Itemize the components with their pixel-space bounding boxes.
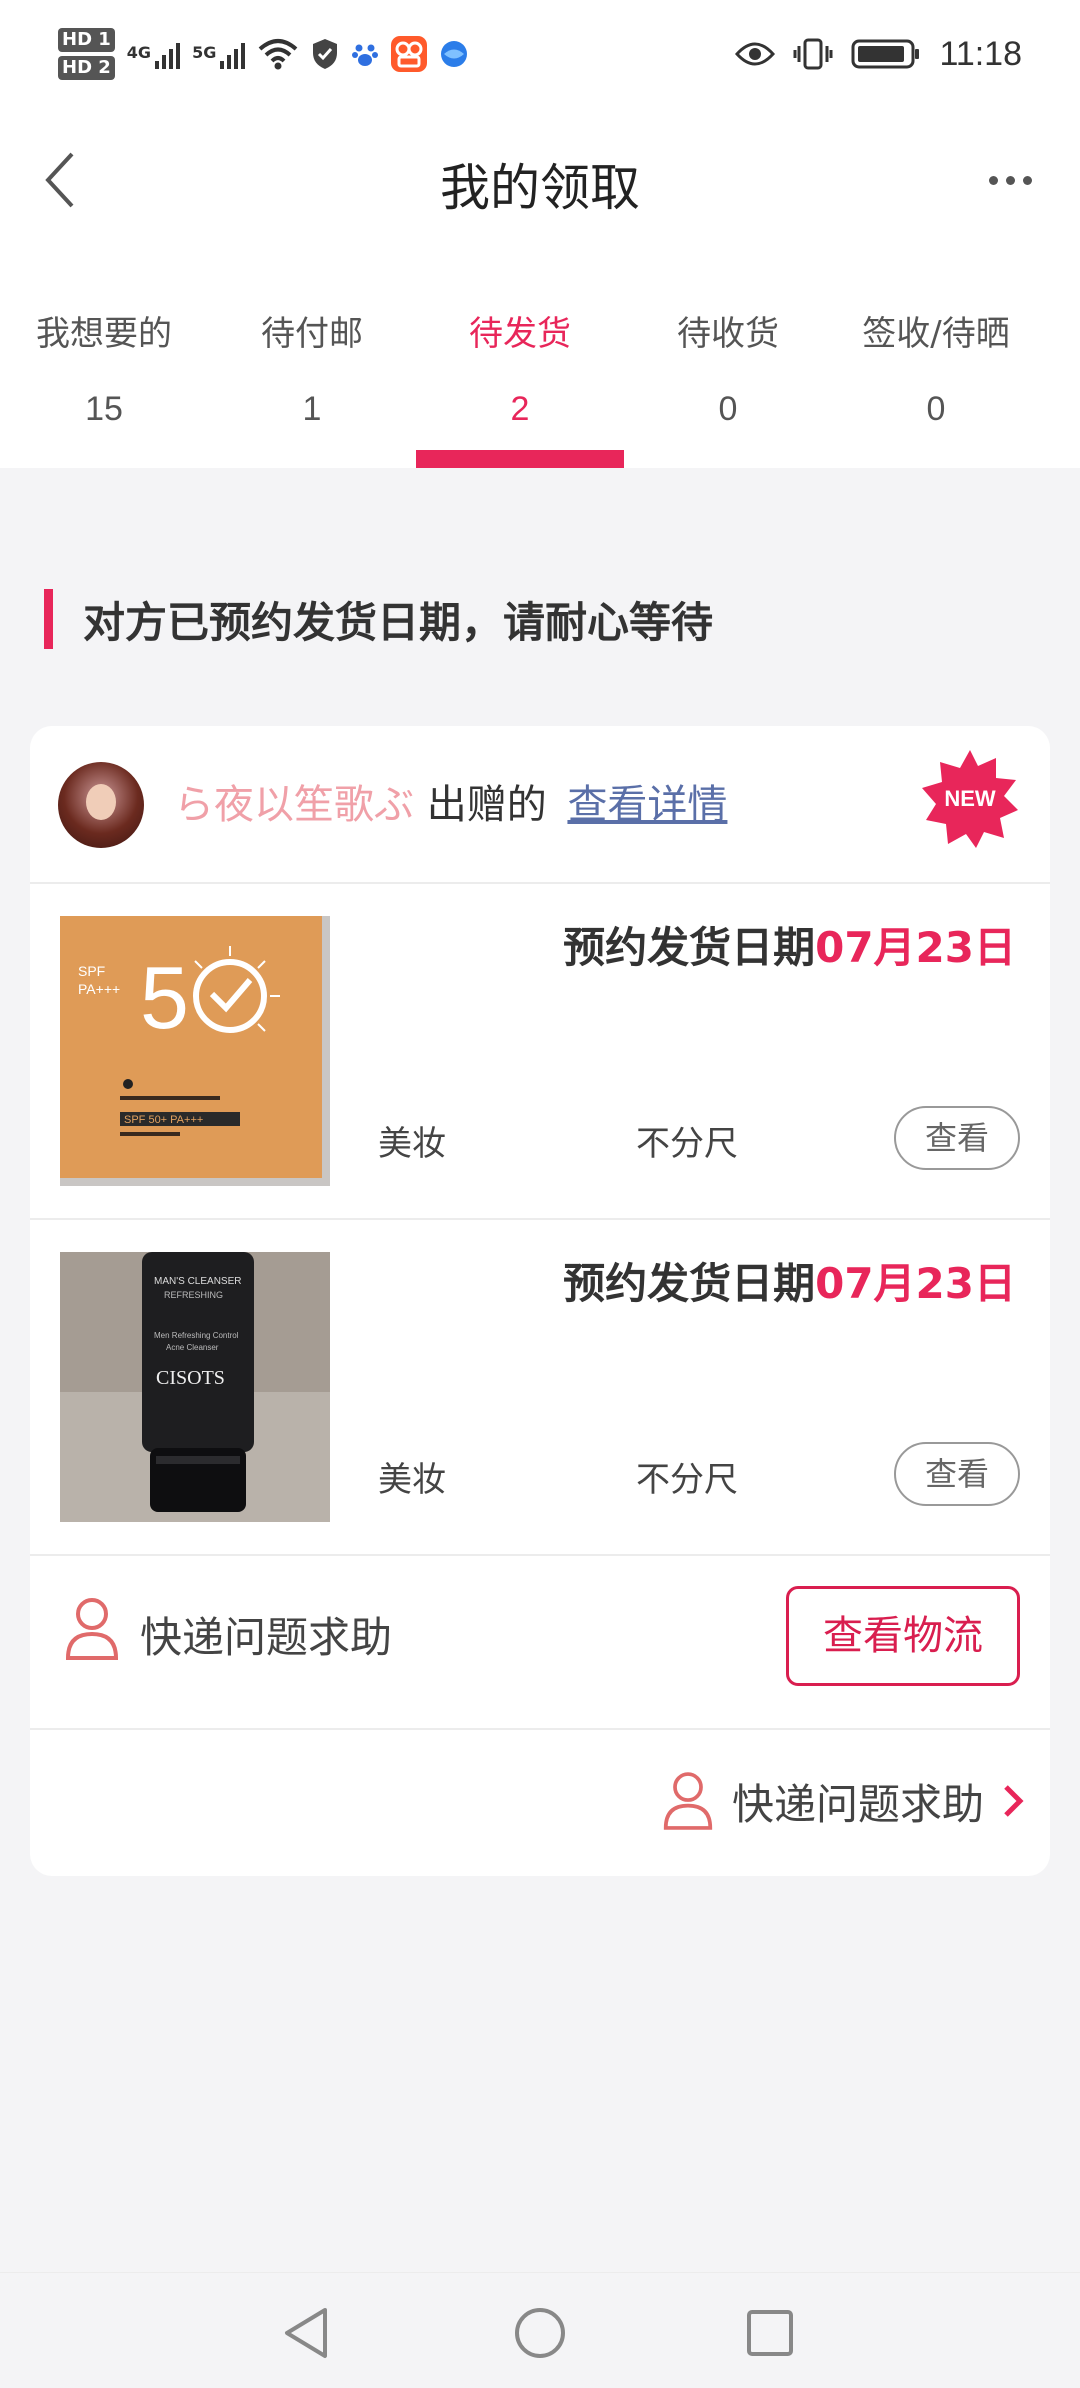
wifi-icon <box>259 39 298 70</box>
order-card: ら夜以笙歌ぶ 出赠的 查看详情 NEW SPF PA+++ 5 SPF 50+ … <box>30 726 1050 1876</box>
signal-4g-icon: 4G <box>126 39 181 69</box>
nav-back-button[interactable] <box>276 2303 336 2363</box>
status-left: HD 1 HD 2 4G 5G <box>58 22 469 86</box>
tab-label: 签收/待晒 <box>862 314 1010 354</box>
active-tab-indicator <box>416 450 624 468</box>
product-image-cleanser[interactable]: MAN'S CLEANSER REFRESHING Men Refreshing… <box>60 1252 330 1522</box>
product-image-sunscreen[interactable]: SPF PA+++ 5 SPF 50+ PA+++ <box>60 916 330 1186</box>
vibrate-icon <box>793 38 833 70</box>
svg-text:5: 5 <box>140 948 189 1047</box>
order-item: SPF PA+++ 5 SPF 50+ PA+++ 预约发货日期07月23日 美… <box>30 884 1050 1220</box>
system-nav-bar <box>0 2272 1080 2388</box>
more-options-button[interactable] <box>970 140 1050 220</box>
ship-date-value: 07月23日 <box>815 923 1016 972</box>
svg-text:SPF 50+ PA+++: SPF 50+ PA+++ <box>124 1114 203 1126</box>
tab-wanted[interactable]: 我想要的 15 <box>0 250 208 468</box>
svg-text:SPF: SPF <box>78 963 105 979</box>
sunscreen-image: SPF PA+++ 5 SPF 50+ PA+++ <box>60 916 330 1186</box>
ship-date-value: 07月23日 <box>815 1259 1016 1308</box>
item-category: 美妆 <box>378 1124 446 1164</box>
square-recents-icon <box>747 2310 793 2356</box>
triangle-back-icon <box>285 2308 327 2358</box>
app-header: 我的领取 <box>0 110 1080 250</box>
battery-icon <box>851 39 920 69</box>
svg-text:REFRESHING: REFRESHING <box>164 1290 223 1300</box>
item-size: 不分尺 <box>636 1124 738 1164</box>
courier-help-row: 快递问题求助 查看物流 <box>30 1556 1050 1730</box>
svg-text:CISOTS: CISOTS <box>156 1367 225 1389</box>
tab-signed-review[interactable]: 签收/待晒 0 <box>832 250 1040 468</box>
item-category: 美妆 <box>378 1460 446 1500</box>
page-title: 我的领取 <box>440 159 640 217</box>
ship-date: 预约发货日期07月23日 <box>563 914 1016 975</box>
tab-count: 0 <box>926 390 946 428</box>
clock: 11:18 <box>939 34 1022 73</box>
giver-suffix: 出赠的 <box>414 782 547 828</box>
avatar[interactable] <box>58 762 144 848</box>
ship-date: 预约发货日期07月23日 <box>563 1250 1016 1311</box>
shipping-notice: 对方已预约发货日期，请耐心等待 <box>44 588 713 650</box>
chevron-right-icon <box>1004 1785 1024 1817</box>
view-logistics-button[interactable]: 查看物流 <box>786 1586 1020 1686</box>
hd-indicators: HD 1 HD 2 <box>58 28 115 80</box>
hd2-badge: HD 2 <box>58 56 115 80</box>
courier-help-link-label: 快递问题求助 <box>731 1779 984 1829</box>
tab-label: 待付邮 <box>261 314 363 354</box>
view-details-link[interactable]: 查看详情 <box>567 782 727 828</box>
nav-recents-button[interactable] <box>740 2303 800 2363</box>
shield-icon <box>313 39 338 69</box>
new-badge: NEW <box>922 750 1018 848</box>
svg-text:Men Refreshing Control: Men Refreshing Control <box>154 1331 239 1340</box>
tab-pending-receipt[interactable]: 待收货 0 <box>624 250 832 468</box>
status-tabs: 我想要的 15 待付邮 1 待发货 2 待收货 0 签收/待晒 0 <box>0 250 1080 468</box>
kuaishou-app-icon <box>391 36 428 72</box>
tab-pending-postage[interactable]: 待付邮 1 <box>208 250 416 468</box>
notice-accent-bar <box>44 589 53 649</box>
tab-label: 待收货 <box>677 314 779 354</box>
item-size: 不分尺 <box>636 1460 738 1500</box>
courier-help-label[interactable]: 快递问题求助 <box>140 1604 392 1665</box>
nav-home-button[interactable] <box>510 2303 570 2363</box>
cleanser-image: MAN'S CLEANSER REFRESHING Men Refreshing… <box>60 1252 330 1522</box>
hd1-badge: HD 1 <box>58 28 115 52</box>
tab-label: 待发货 <box>469 314 571 354</box>
view-item-button[interactable]: 查看 <box>894 1106 1020 1170</box>
paw-app-icon <box>352 44 379 66</box>
ship-date-prefix: 预约发货日期 <box>563 1259 816 1308</box>
user-icon <box>663 1772 713 1830</box>
status-right: 11:18 <box>735 24 1022 84</box>
ship-date-prefix: 预约发货日期 <box>563 923 816 972</box>
tab-label: 我想要的 <box>36 314 172 354</box>
notice-text: 对方已预约发货日期，请耐心等待 <box>83 597 714 647</box>
order-item: MAN'S CLEANSER REFRESHING Men Refreshing… <box>30 1220 1050 1556</box>
svg-text:PA+++: PA+++ <box>78 981 120 997</box>
circle-home-icon <box>515 2308 565 2358</box>
dot-icon <box>1022 175 1032 185</box>
new-badge-text: NEW <box>944 786 996 811</box>
tab-count: 15 <box>85 390 123 428</box>
view-item-button[interactable]: 查看 <box>894 1442 1020 1506</box>
signal-5g-icon: 5G <box>192 39 246 69</box>
net1-label: 4G <box>126 43 152 62</box>
svg-text:Acne Cleanser: Acne Cleanser <box>166 1343 219 1352</box>
status-bar: HD 1 HD 2 4G 5G 11:18 <box>0 0 1080 110</box>
browser-app-icon <box>441 41 468 67</box>
tab-pending-shipment[interactable]: 待发货 2 <box>416 250 624 468</box>
giver-name[interactable]: ら夜以笙歌ぶ <box>174 782 414 828</box>
tab-count: 1 <box>302 390 322 428</box>
giver-text: ら夜以笙歌ぶ 出赠的 查看详情 <box>174 772 727 830</box>
courier-help-link[interactable]: 快递问题求助 <box>662 1766 1024 1836</box>
user-icon <box>65 1598 119 1660</box>
dot-icon <box>988 175 998 185</box>
eye-icon <box>735 42 776 66</box>
net2-label: 5G <box>192 43 217 62</box>
giver-row: ら夜以笙歌ぶ 出赠的 查看详情 NEW <box>30 726 1050 884</box>
tab-count: 0 <box>718 390 738 428</box>
svg-text:MAN'S CLEANSER: MAN'S CLEANSER <box>154 1276 242 1287</box>
dot-icon <box>1005 175 1015 185</box>
tab-count: 2 <box>510 390 530 428</box>
